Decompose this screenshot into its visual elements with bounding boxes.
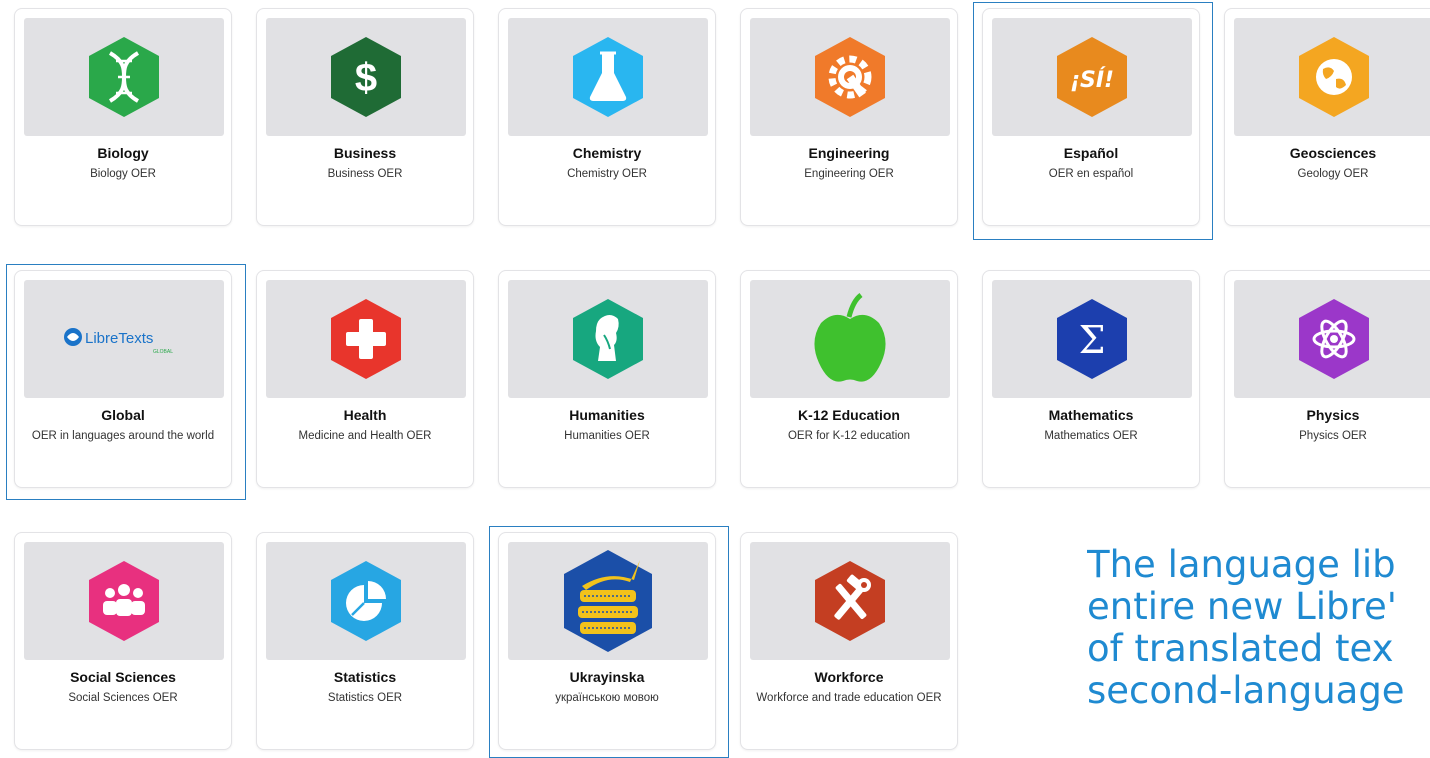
card-thumbnail	[24, 542, 224, 660]
highlight-box-ukrayinska	[489, 526, 729, 758]
library-card-physics[interactable]: Physics Physics OER	[1224, 270, 1430, 488]
library-card-biology[interactable]: Biology Biology OER	[14, 8, 232, 226]
card-subtitle: Humanities OER	[564, 430, 650, 442]
card-title: Physics	[1306, 407, 1360, 423]
card-subtitle: Mathematics OER	[1044, 430, 1138, 442]
card-thumbnail	[24, 18, 224, 136]
card-title: Mathematics	[1048, 407, 1134, 423]
caption-text: The language lib entire new Libre' of tr…	[1087, 544, 1430, 758]
library-card-social-sciences[interactable]: Social Sciences Social Sciences OER	[14, 532, 232, 750]
card-subtitle: Biology OER	[90, 168, 156, 180]
card-title: Health	[343, 407, 387, 423]
hammer-wrench-icon	[815, 561, 885, 641]
library-card-health[interactable]: Health Medicine and Health OER	[256, 270, 474, 488]
library-card-mathematics[interactable]: Σ Mathematics Mathematics OER	[982, 270, 1200, 488]
card-title: Workforce	[814, 669, 884, 685]
card-thumbnail: Σ	[992, 280, 1192, 398]
people-group-icon	[89, 561, 159, 641]
card-title: Statistics	[333, 669, 397, 685]
card-subtitle: Statistics OER	[327, 692, 403, 704]
svg-text:$: $	[355, 56, 377, 100]
card-subtitle: Chemistry OER	[567, 168, 647, 180]
card-subtitle: Social Sciences OER	[68, 692, 178, 704]
library-card-statistics[interactable]: Statistics Statistics OER	[256, 532, 474, 750]
card-thumbnail	[1234, 18, 1430, 136]
dna-icon	[89, 37, 159, 117]
highlight-box-espanol	[973, 2, 1213, 240]
library-card-chemistry[interactable]: Chemistry Chemistry OER	[498, 8, 716, 226]
card-thumbnail	[508, 18, 708, 136]
library-card-engineering[interactable]: Engineering Engineering OER	[740, 8, 958, 226]
card-subtitle: Physics OER	[1299, 430, 1367, 442]
card-thumbnail	[750, 280, 950, 398]
caption-line: The language lib	[1087, 544, 1396, 586]
library-card-humanities[interactable]: Humanities Humanities OER	[498, 270, 716, 488]
sigma-icon: Σ	[1057, 299, 1127, 379]
card-subtitle: Workforce and trade education OER	[756, 692, 942, 704]
card-subtitle: Medicine and Health OER	[298, 430, 432, 442]
card-subtitle: Geology OER	[1297, 168, 1369, 180]
card-title: Business	[333, 145, 397, 161]
caption-line: entire new Libre'	[1087, 585, 1397, 628]
card-title: Biology	[97, 145, 149, 161]
caption-line: second-language	[1087, 669, 1405, 712]
philosopher-bust-icon	[573, 299, 643, 379]
card-thumbnail	[266, 542, 466, 660]
card-title: Chemistry	[572, 145, 642, 161]
highlight-box-global	[6, 264, 246, 500]
gear-wrench-icon	[815, 37, 885, 117]
card-thumbnail: $	[266, 18, 466, 136]
card-thumbnail	[1234, 280, 1430, 398]
card-title: Social Sciences	[70, 669, 176, 685]
library-card-business[interactable]: $ Business Business OER	[256, 8, 474, 226]
pie-chart-icon	[331, 561, 401, 641]
card-subtitle: Engineering OER	[804, 168, 894, 180]
card-subtitle: Business OER	[327, 168, 403, 180]
card-thumbnail	[266, 280, 466, 398]
icon-text: Σ	[1079, 318, 1106, 362]
apple-icon	[814, 293, 886, 382]
card-title: Geosciences	[1289, 145, 1377, 161]
library-card-workforce[interactable]: Workforce Workforce and trade education …	[740, 532, 958, 750]
globe-icon	[1299, 37, 1369, 117]
card-title: K-12 Education	[798, 407, 900, 423]
flask-icon	[573, 37, 643, 117]
medical-cross-icon	[331, 299, 401, 379]
card-subtitle: OER for K-12 education	[787, 430, 911, 442]
library-card-geosciences[interactable]: Geosciences Geology OER	[1224, 8, 1430, 226]
library-card-k12[interactable]: K-12 Education OER for K-12 education	[740, 270, 958, 488]
atom-icon	[1299, 299, 1369, 379]
card-title: Humanities	[569, 407, 645, 423]
card-title: Engineering	[808, 145, 890, 161]
card-thumbnail	[750, 18, 950, 136]
caption-line: of translated tex	[1087, 627, 1394, 670]
card-thumbnail	[750, 542, 950, 660]
card-thumbnail	[508, 280, 708, 398]
dollar-sign-icon: $	[331, 37, 401, 117]
